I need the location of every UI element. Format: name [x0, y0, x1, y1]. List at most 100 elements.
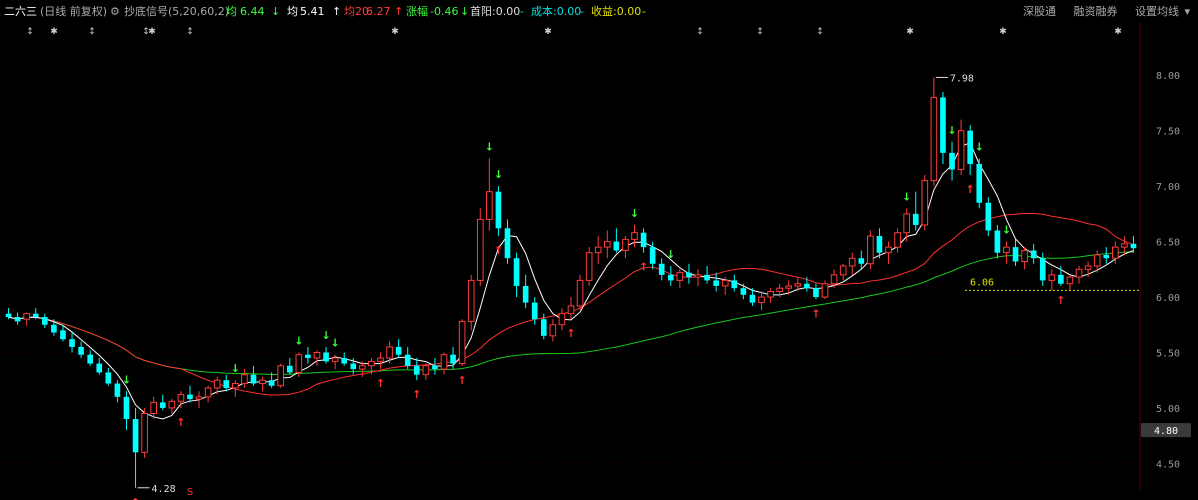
candle-body — [42, 316, 48, 325]
candle-body — [123, 396, 130, 420]
candle-body — [1093, 254, 1101, 267]
sell-signal-arrow: ↓ — [494, 168, 503, 181]
sell-signal-arrow: ↓ — [231, 362, 240, 375]
top-marker: ✱ — [906, 27, 914, 37]
candle-body — [731, 280, 738, 289]
sell-signal-arrow: ↓ — [122, 373, 131, 386]
candle-body — [940, 97, 946, 153]
candle-body — [821, 283, 829, 298]
candle-body — [649, 247, 656, 264]
top-marker: ↕ — [816, 27, 824, 37]
candle-body — [1066, 276, 1074, 285]
candle-body — [395, 346, 402, 355]
candle-body — [114, 383, 121, 397]
candle-body — [1048, 274, 1056, 281]
candle-body — [440, 354, 448, 370]
candle-body — [994, 230, 1001, 253]
candle-body — [704, 274, 710, 281]
candle-body — [450, 354, 456, 364]
top-marker: ↕ — [756, 27, 764, 37]
candle-body — [359, 365, 366, 370]
candle-body — [848, 257, 856, 267]
candle-body — [241, 374, 248, 385]
candle-body — [558, 313, 566, 326]
candle-body — [305, 354, 311, 359]
candle-body — [930, 96, 938, 182]
buy-signal-arrow: ↑ — [811, 307, 820, 320]
candle-body — [957, 130, 965, 170]
candle-body — [522, 285, 529, 303]
top-marker: ↕ — [186, 27, 194, 37]
candle-body — [686, 272, 692, 278]
candle-body — [531, 302, 538, 320]
candle-body — [640, 232, 647, 248]
candle-body — [949, 152, 955, 170]
top-marker: ↕ — [88, 27, 96, 37]
sell-signal-arrow: ↓ — [947, 124, 956, 137]
candle-body — [876, 236, 883, 253]
candle-body — [422, 365, 430, 376]
buy-signal-arrow: ↑ — [376, 377, 385, 390]
candle-body — [976, 163, 983, 203]
buy-signal-arrow: ↑ — [458, 374, 467, 387]
candle-body — [331, 357, 339, 362]
candle-body — [721, 279, 729, 287]
candle-body — [204, 387, 212, 398]
candle-body — [912, 213, 919, 225]
candle-body — [1084, 265, 1092, 270]
candle-body — [794, 283, 802, 287]
candle-body — [594, 246, 602, 254]
candle-body — [51, 324, 57, 333]
candle-body — [23, 313, 30, 320]
candle-body — [1058, 274, 1064, 284]
low-label: 4.28 — [152, 484, 176, 495]
candle-body — [567, 305, 575, 315]
candle-body — [386, 346, 393, 359]
last-price-label: 4.80 — [1154, 426, 1178, 437]
candle-body — [195, 396, 203, 400]
candle-body — [313, 351, 321, 359]
candle-body — [676, 272, 684, 281]
top-marker: ✱ — [999, 27, 1007, 37]
candle-body — [432, 365, 438, 370]
candle-body — [804, 283, 810, 289]
candle-body — [776, 287, 783, 292]
top-marker: ✱ — [1114, 27, 1122, 37]
candle-body — [1012, 247, 1019, 262]
y-tick-label: 5.00 — [1156, 404, 1180, 415]
candle-body — [1130, 243, 1137, 249]
sell-signal-arrow: ↓ — [666, 248, 675, 261]
buy-signal-arrow: ↑ — [494, 244, 503, 257]
candle-body — [749, 294, 756, 303]
top-marker: ↕ — [26, 27, 34, 37]
candle-body — [631, 232, 638, 240]
candle-body — [1021, 249, 1028, 263]
candle-body — [368, 360, 375, 367]
candle-body — [713, 280, 719, 286]
sell-signal-arrow: ↓ — [321, 329, 330, 342]
kline-chart[interactable]: 8.00 7.50 7.00 6.50 6.00 5.50 5.00 4.50 4.80 ↑ ↑ ↑ ↑… — [0, 0, 1198, 500]
candle-body — [1039, 258, 1046, 281]
candle-body — [168, 400, 176, 409]
candle-body — [458, 320, 466, 365]
candle-body — [404, 354, 411, 366]
top-marker: ✱ — [391, 27, 399, 37]
candle-body — [504, 228, 511, 259]
candle-body — [286, 365, 293, 373]
candle-body — [894, 232, 901, 248]
candle-body — [758, 296, 765, 304]
sell-signal-arrow: ↓ — [331, 337, 340, 350]
candle-body — [78, 346, 84, 355]
y-tick-label: 6.50 — [1156, 238, 1180, 249]
candle-body — [223, 380, 230, 388]
candle-body — [1121, 243, 1128, 248]
candle-body — [622, 238, 629, 251]
candle-body — [667, 274, 674, 281]
candle-body — [785, 285, 793, 289]
candle-body — [60, 330, 66, 340]
candle-body — [830, 274, 838, 285]
s-mark: S — [187, 487, 193, 498]
sell-signal-arrow: ↓ — [1002, 224, 1011, 237]
candle-body — [740, 288, 747, 295]
candle-body — [1112, 246, 1119, 259]
